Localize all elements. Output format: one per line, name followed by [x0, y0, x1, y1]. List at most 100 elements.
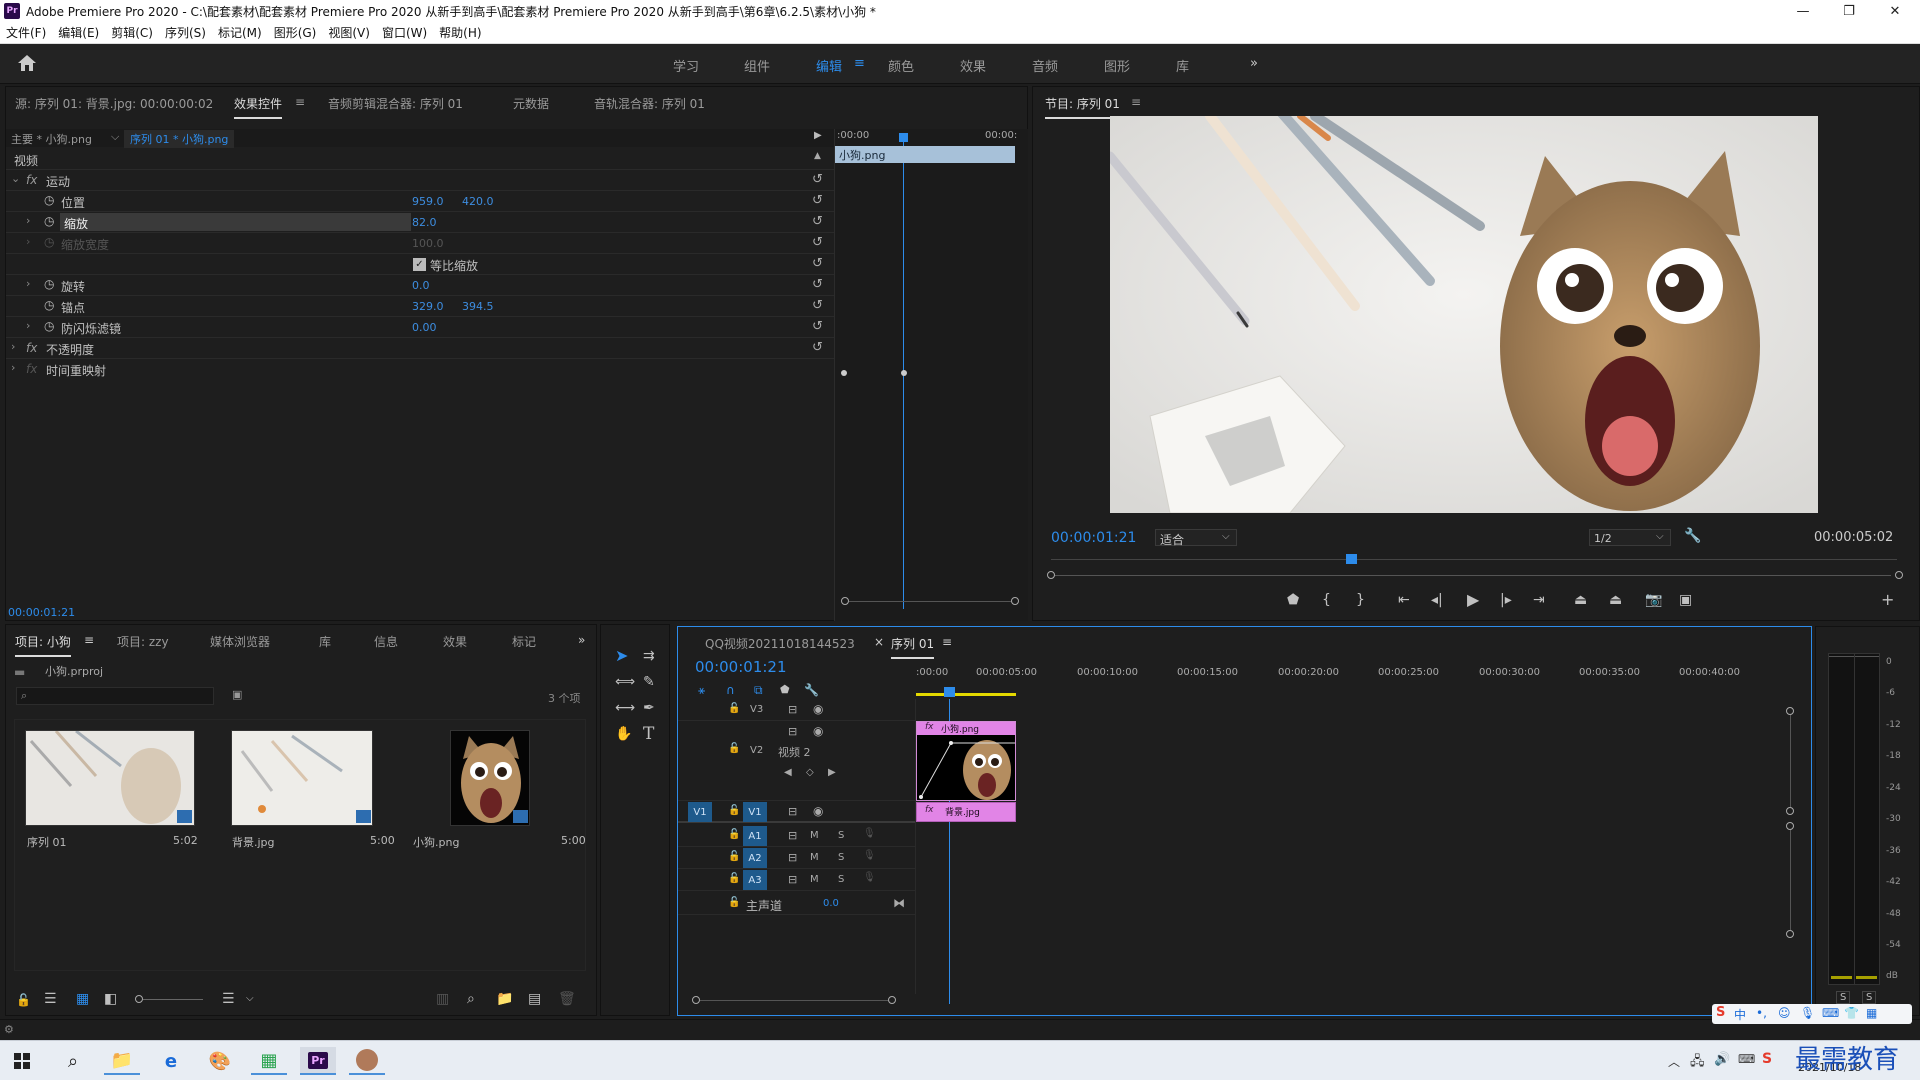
type-tool-icon[interactable]: T: [643, 726, 654, 743]
mute-button[interactable]: M: [810, 830, 819, 841]
tab-project-xiaogou[interactable]: 项目: 小狗: [15, 633, 71, 657]
freeform-view-icon[interactable]: ◧: [104, 992, 117, 1006]
ws-color[interactable]: 颜色: [888, 56, 914, 75]
thumb-sequence-01[interactable]: [25, 730, 195, 826]
network-icon[interactable]: 🖧: [1690, 1052, 1705, 1074]
ws-effects[interactable]: 效果: [960, 56, 986, 75]
reset-icon[interactable]: ↺: [812, 340, 823, 355]
solo-button[interactable]: S: [838, 852, 844, 863]
settings-wrench-icon[interactable]: 🔧: [1684, 528, 1701, 544]
ripple-edit-tool-icon[interactable]: ⟺: [615, 675, 635, 689]
clip-dog-png[interactable]: fx 小狗.png: [916, 721, 1016, 801]
source-patch-v1[interactable]: V1: [688, 802, 712, 822]
menu-view[interactable]: 视图(V): [328, 24, 370, 41]
position-x-value[interactable]: 959.0: [412, 195, 444, 208]
toggle-sync-icon[interactable]: ⊟: [788, 703, 797, 716]
chevron-right-icon[interactable]: ›: [26, 214, 30, 227]
tab-info[interactable]: 信息: [374, 633, 398, 650]
item-name-1[interactable]: 背景.jpg: [232, 834, 275, 850]
eye-icon[interactable]: ◉: [813, 724, 823, 738]
lock-icon[interactable]: 🔓: [728, 897, 740, 908]
windows-start-icon[interactable]: [14, 1053, 30, 1069]
item-name-0[interactable]: 序列 01: [27, 834, 67, 850]
track-target-a3[interactable]: A3: [743, 870, 767, 890]
effect-controls-timeline[interactable]: :00:00 00:00: 小狗.png: [834, 129, 1028, 621]
keyframe-dot[interactable]: [841, 370, 847, 376]
tab-sequence-01[interactable]: 序列 01: [891, 635, 935, 659]
razor-tool-icon[interactable]: ✎: [643, 675, 655, 689]
thumb-dog-png[interactable]: [450, 730, 530, 826]
toggle-sync-icon[interactable]: ⊟: [788, 829, 797, 842]
position-y-value[interactable]: 420.0: [462, 195, 494, 208]
lift-icon[interactable]: ⏏: [1574, 593, 1587, 607]
colorful-app-icon[interactable]: ▦: [251, 1047, 287, 1075]
chevron-down-icon[interactable]: ⌵: [111, 130, 119, 144]
new-bin-icon[interactable]: 📁: [496, 992, 513, 1006]
thumb-background-jpg[interactable]: [231, 730, 373, 826]
program-timecode[interactable]: 00:00:01:21: [1051, 530, 1136, 546]
effect-controls-timecode[interactable]: 00:00:01:21: [8, 606, 75, 619]
solo-button[interactable]: S: [838, 874, 844, 885]
clip-bar[interactable]: 小狗.png: [835, 146, 1015, 163]
v-scroll-handle[interactable]: [1786, 822, 1794, 830]
zoom-handle-right[interactable]: [1895, 571, 1903, 579]
pen-tool-icon[interactable]: ✒: [643, 701, 655, 715]
ws-graphics[interactable]: 图形: [1104, 56, 1130, 75]
project-search-input[interactable]: ⌕: [16, 687, 214, 705]
mic-icon[interactable]: 🎙: [863, 850, 876, 861]
step-forward-icon[interactable]: |▸: [1500, 593, 1512, 607]
eye-icon[interactable]: ◉: [813, 702, 823, 716]
play-icon[interactable]: ▶: [1467, 592, 1479, 608]
chevron-down-icon[interactable]: ⌵: [246, 992, 254, 1006]
item-name-2[interactable]: 小狗.png: [413, 834, 459, 850]
search-icon[interactable]: ⌕: [55, 1047, 91, 1075]
mark-in-icon[interactable]: {: [1322, 593, 1331, 607]
lock-icon[interactable]: 🔓: [728, 703, 740, 714]
anchor-y-value[interactable]: 394.5: [462, 300, 494, 313]
chevron-down-icon[interactable]: ⌄: [11, 172, 20, 185]
zoom-handle-right[interactable]: [1011, 597, 1019, 605]
ime-keyboard-icon[interactable]: ⌨: [1822, 1006, 1839, 1020]
next-keyframe-icon[interactable]: ▶: [828, 767, 836, 778]
reset-icon[interactable]: ↺: [812, 235, 823, 250]
snap-icon[interactable]: ∩: [726, 683, 735, 697]
fx-motion-row[interactable]: ⌄ fx 运动 ↺: [6, 170, 834, 191]
tab-audio-clip-mixer[interactable]: 音频剪辑混合器: 序列 01: [328, 95, 463, 112]
mic-icon[interactable]: 🎙: [863, 828, 876, 839]
fx-time-remap-row[interactable]: › fx 时间重映射: [6, 359, 834, 380]
tab-qq-video[interactable]: QQ视频20211018144523: [705, 635, 855, 652]
list-view-icon[interactable]: ☰: [44, 992, 57, 1006]
v-scroll-bottom-handle[interactable]: [1786, 930, 1794, 938]
prev-keyframe-icon[interactable]: ◀: [784, 767, 792, 778]
toggle-sync-icon[interactable]: ⊟: [788, 805, 797, 818]
tab-markers[interactable]: 标记: [512, 633, 536, 650]
track-target-a2[interactable]: A2: [743, 848, 767, 868]
mark-out-icon[interactable]: }: [1356, 593, 1365, 607]
clip-background-jpg[interactable]: fx 背景.jpg: [916, 802, 1016, 822]
lock-icon[interactable]: 🔓: [16, 993, 31, 1007]
avatar-app-icon[interactable]: [349, 1047, 385, 1075]
slip-tool-icon[interactable]: ⟷: [615, 701, 635, 715]
minimize-button[interactable]: —: [1780, 0, 1826, 22]
tab-libraries[interactable]: 库: [319, 633, 331, 650]
go-to-in-icon[interactable]: ⇤: [1398, 593, 1410, 607]
timeline-settings-icon[interactable]: 🔧: [804, 683, 819, 697]
edge-icon[interactable]: e: [153, 1047, 189, 1075]
anchor-x-value[interactable]: 329.0: [412, 300, 444, 313]
h-scroll-right-handle[interactable]: [888, 996, 896, 1004]
solo-button[interactable]: S: [838, 830, 844, 841]
panel-more-icon[interactable]: »: [578, 633, 585, 647]
mic-icon[interactable]: 🎙: [863, 872, 876, 883]
program-playhead[interactable]: [1346, 554, 1357, 564]
tab-metadata[interactable]: 元数据: [513, 95, 549, 112]
ime-punctuation-icon[interactable]: •,: [1756, 1006, 1767, 1020]
stopwatch-icon[interactable]: ◷: [44, 277, 54, 291]
zoom-slider-handle[interactable]: [135, 995, 143, 1003]
reset-icon[interactable]: ↺: [812, 319, 823, 334]
toggle-sync-icon[interactable]: ⊟: [788, 873, 797, 886]
tab-audio-track-mixer[interactable]: 音轨混合器: 序列 01: [594, 95, 705, 112]
tab-source[interactable]: 源: 序列 01: 背景.jpg: 00:00:00:02: [15, 95, 213, 112]
track-name-v2[interactable]: 视频 2: [778, 744, 811, 760]
tab-media-browser[interactable]: 媒体浏览器: [210, 633, 270, 650]
ws-audio[interactable]: 音频: [1032, 56, 1058, 75]
